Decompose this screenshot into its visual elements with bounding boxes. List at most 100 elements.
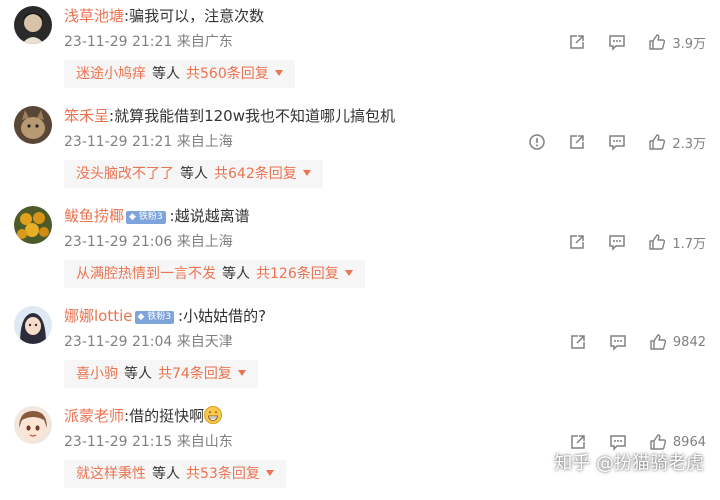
- reply-username[interactable]: 迷途小鸠痒: [76, 66, 146, 82]
- like-count: 9842: [672, 334, 706, 350]
- share-button[interactable]: [568, 233, 586, 251]
- avatar[interactable]: [14, 206, 52, 244]
- reply-summary[interactable]: 就这样秉性 等人 共53条回复: [64, 460, 286, 488]
- comment-location: 来自上海: [176, 234, 233, 250]
- avatar[interactable]: [14, 106, 52, 144]
- comment-time: 23-11-29 21:21: [64, 34, 173, 50]
- avatar-cartoon-icon: [14, 406, 52, 444]
- comment-meta: 23-11-29 21:21 来自上海: [64, 132, 233, 152]
- avatar-fruit-icon: [14, 206, 52, 244]
- comment-icon: [609, 135, 626, 151]
- avatar-cat-icon: [14, 106, 52, 144]
- username-link[interactable]: 派蒙老师: [64, 407, 124, 425]
- avatar[interactable]: [14, 306, 52, 344]
- comment-time: 23-11-29 21:06: [64, 234, 173, 250]
- report-button[interactable]: [528, 133, 546, 151]
- thumbs-up-icon: [649, 134, 666, 150]
- share-button[interactable]: [569, 333, 587, 351]
- reply-username[interactable]: 从满腔热情到一言不发: [76, 266, 216, 282]
- comment-text: :骗我可以，注意次数: [124, 7, 265, 25]
- share-button[interactable]: [568, 33, 586, 51]
- like-button[interactable]: 3.9万: [648, 33, 706, 52]
- share-icon: [570, 235, 585, 249]
- report-icon: [529, 134, 546, 150]
- comment-time: 23-11-29 21:15: [64, 434, 173, 450]
- like-count: 3.9万: [672, 36, 706, 52]
- username-link[interactable]: 笨禾呈: [64, 107, 109, 125]
- fan-badge: ◆ 铁粉3: [126, 211, 166, 224]
- comment-actions: 9842: [547, 332, 706, 352]
- comment-text: :小姑姑借的?: [178, 307, 267, 325]
- reply-total-link[interactable]: 共53条回复: [186, 466, 260, 482]
- reply-etc: 等人: [180, 166, 208, 182]
- comment-time: 23-11-29 21:04: [64, 334, 173, 350]
- comment-button[interactable]: [608, 133, 626, 151]
- comment-actions: 3.9万: [546, 32, 706, 52]
- reply-total-link[interactable]: 共74条回复: [158, 366, 232, 382]
- thumbs-up-icon: [649, 234, 666, 250]
- comment-text: :借的挺快啊: [124, 407, 205, 425]
- comment-icon: [610, 335, 626, 351]
- avatar-anime-girl-icon: [14, 306, 52, 344]
- reply-etc: 等人: [222, 266, 250, 282]
- caret-down-icon: [344, 270, 353, 276]
- username-link[interactable]: 浅草池塘: [64, 7, 124, 25]
- comment-meta: 23-11-29 21:15 来自山东: [64, 432, 233, 452]
- comment-text: :越说越离谱: [169, 207, 250, 225]
- comment-meta: 23-11-29 21:21 来自广东: [64, 32, 233, 52]
- fan-badge-label: 铁粉3: [138, 212, 163, 222]
- comment-meta: 23-11-29 21:06 来自上海: [64, 232, 233, 252]
- thumbs-up-icon: [650, 334, 666, 350]
- comment-item: 鲅鱼捞椰 ◆ 铁粉3:越说越离谱 23-11-29 21:06 来自上海 1.7万…: [0, 200, 720, 300]
- watermark: 知乎 @扮猫骑老虎: [554, 453, 704, 474]
- comment-time: 23-11-29 21:21: [64, 134, 173, 150]
- like-count: 8964: [672, 434, 706, 450]
- caret-down-icon: [274, 70, 283, 76]
- reply-summary[interactable]: 从满腔热情到一言不发 等人 共126条回复: [64, 260, 365, 288]
- share-icon: [570, 135, 585, 149]
- reply-summary[interactable]: 没头脑改不了了 等人 共642条回复: [64, 160, 323, 188]
- comment-location: 来自上海: [176, 134, 233, 150]
- caret-down-icon: [237, 370, 246, 376]
- comment-button[interactable]: [608, 33, 626, 51]
- grin-emoji-icon: [204, 406, 223, 424]
- reply-total-link[interactable]: 共560条回复: [186, 66, 269, 82]
- reply-etc: 等人: [124, 366, 152, 382]
- comment-item: 浅草池塘:骗我可以，注意次数 23-11-29 21:21 来自广东 3.9万 …: [0, 0, 720, 100]
- comment-item: 娜娜lottie ◆ 铁粉3:小姑姑借的? 23-11-29 21:04 来自天津…: [0, 300, 720, 400]
- comment-button[interactable]: [609, 333, 627, 351]
- reply-total-link[interactable]: 共642条回复: [214, 166, 297, 182]
- share-icon: [570, 35, 585, 49]
- avatar[interactable]: [14, 406, 52, 444]
- like-button[interactable]: 9842: [649, 333, 706, 351]
- comment-text: :就算我能借到120w我也不知道哪儿搞包机: [109, 107, 395, 125]
- comment-location: 来自山东: [176, 434, 233, 450]
- comment-location: 来自广东: [176, 34, 233, 50]
- comment-line: 派蒙老师:借的挺快啊: [64, 405, 223, 427]
- comment-line: 娜娜lottie ◆ 铁粉3:小姑姑借的?: [64, 305, 266, 327]
- caret-down-icon: [302, 170, 311, 176]
- avatar-photo-icon: [14, 6, 52, 44]
- reply-summary[interactable]: 喜小驹 等人 共74条回复: [64, 360, 258, 388]
- comment-actions: 2.3万: [506, 132, 706, 152]
- comment-actions: 1.7万: [546, 232, 706, 252]
- reply-summary[interactable]: 迷途小鸠痒 等人 共560条回复: [64, 60, 295, 88]
- reply-username[interactable]: 没头脑改不了了: [76, 166, 174, 182]
- like-button[interactable]: 1.7万: [648, 233, 706, 252]
- reply-etc: 等人: [152, 466, 180, 482]
- comment-location: 来自天津: [176, 334, 233, 350]
- comment-line: 浅草池塘:骗我可以，注意次数: [64, 5, 264, 27]
- comment-item: 笨禾呈:就算我能借到120w我也不知道哪儿搞包机 23-11-29 21:21 …: [0, 100, 720, 200]
- reply-etc: 等人: [152, 66, 180, 82]
- fan-badge: ◆ 铁粉3: [134, 311, 175, 324]
- avatar[interactable]: [14, 6, 52, 44]
- comment-line: 鲅鱼捞椰 ◆ 铁粉3:越说越离谱: [64, 205, 250, 227]
- comment-button[interactable]: [608, 233, 626, 251]
- username-link[interactable]: 鲅鱼捞椰: [64, 207, 124, 225]
- like-button[interactable]: 2.3万: [648, 133, 706, 152]
- username-link[interactable]: 娜娜lottie: [64, 307, 133, 325]
- reply-total-link[interactable]: 共126条回复: [256, 266, 339, 282]
- reply-username[interactable]: 喜小驹: [76, 366, 118, 382]
- share-button[interactable]: [568, 133, 586, 151]
- reply-username[interactable]: 就这样秉性: [76, 466, 146, 482]
